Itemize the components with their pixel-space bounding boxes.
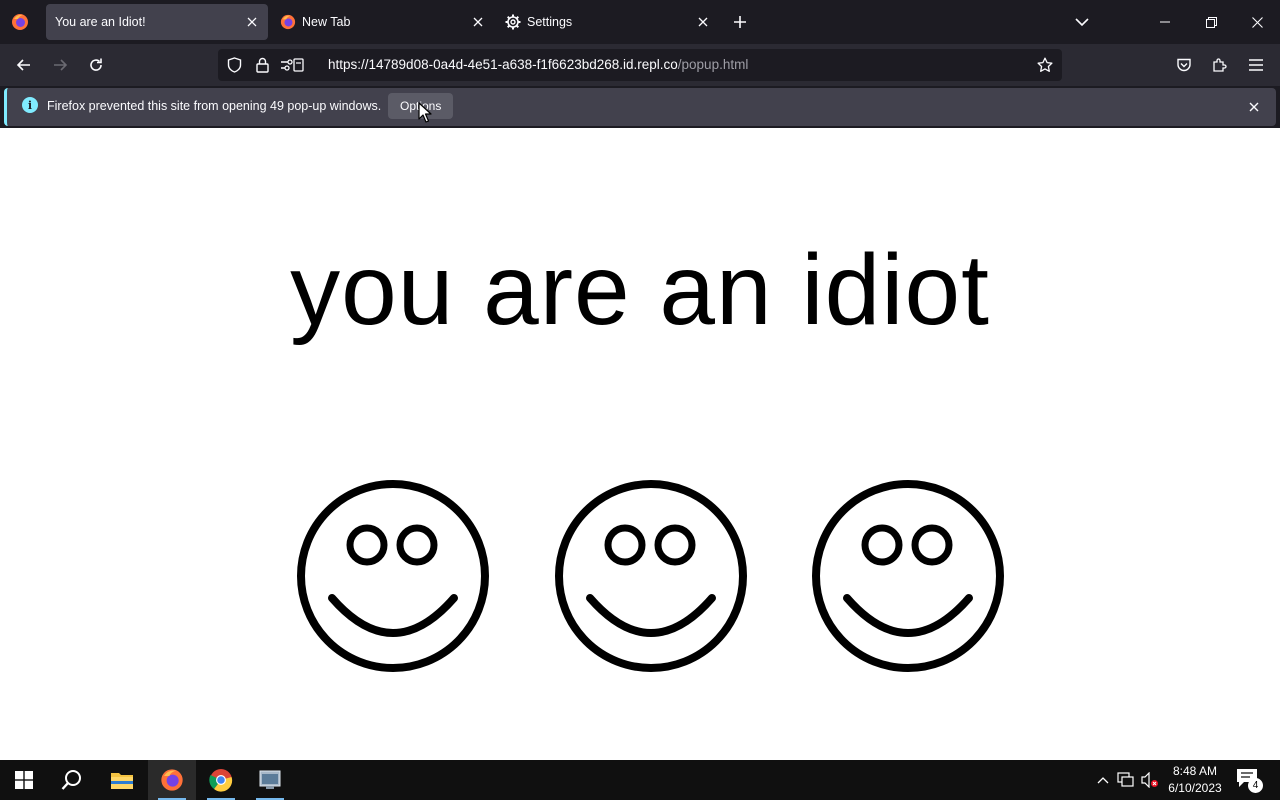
windows-taskbar: 8:48 AM 6/10/2023 4 [0,760,1280,800]
tab-title: New Tab [302,15,351,29]
smiley-face-icon [812,480,1004,672]
search-button[interactable] [48,760,96,800]
lock-icon[interactable] [254,57,270,73]
action-center-button[interactable]: 4 [1236,768,1263,793]
chevron-up-icon [1097,777,1109,784]
network-icon [1117,772,1134,787]
minimize-button[interactable] [1142,0,1188,44]
close-icon [1251,16,1263,28]
address-bar[interactable]: https://14789d08-0a4d-4e51-a638-f1f6623b… [218,49,1062,81]
notification-count-badge: 4 [1248,778,1263,793]
chrome-taskbar-button[interactable] [197,760,245,800]
folder-icon [111,773,133,789]
clock-date: 6/10/2023 [1168,781,1222,795]
forward-arrow-icon [54,59,68,71]
forward-button[interactable] [45,50,75,80]
smiley-face-icon [297,480,489,672]
url-text[interactable]: https://14789d08-0a4d-4e51-a638-f1f6623b… [328,57,748,72]
firefox-view-button[interactable] [8,10,32,34]
chevron-down-icon [1075,18,1089,27]
show-hidden-icons-button[interactable] [1094,760,1112,800]
firefox-icon [12,14,28,30]
firefox-icon [161,769,183,791]
speaker-muted-icon [1141,772,1158,788]
reload-button[interactable] [81,50,111,80]
url-path: /popup.html [677,57,749,72]
info-icon: i [22,97,38,113]
tab-settings[interactable]: Settings [497,4,719,40]
tracking-protection-shield-icon[interactable] [226,57,242,73]
firefox-icon [280,14,296,30]
plus-icon [734,16,746,28]
restore-icon [1205,16,1217,28]
permissions-icon[interactable] [280,57,304,73]
page-headline: you are an idiot [290,234,990,346]
back-button[interactable] [9,50,39,80]
smiley-face-icon [555,480,747,672]
tab-new-tab[interactable]: New Tab [272,4,494,40]
system-clock[interactable]: 8:48 AM 6/10/2023 [1160,763,1230,797]
navigation-toolbar: https://14789d08-0a4d-4e51-a638-f1f6623b… [0,44,1280,86]
gear-icon [505,14,521,30]
new-tab-button[interactable] [726,8,754,36]
windows-logo-icon [15,771,33,789]
tab-title: You are an Idiot! [55,15,146,29]
tab-close-icon[interactable] [691,10,715,34]
file-explorer-button[interactable] [98,760,146,800]
start-button[interactable] [0,760,48,800]
popup-blocked-notification: i Firefox prevented this site from openi… [4,88,1276,126]
close-window-button[interactable] [1234,0,1280,44]
tab-you-are-an-idiot[interactable]: You are an Idiot! [46,4,268,40]
notification-close-button[interactable] [1244,97,1264,117]
url-host: https://14789d08-0a4d-4e51-a638-f1f6623b… [328,57,678,72]
bookmark-star-icon[interactable] [1037,57,1053,73]
page-content: you are an idiot [0,128,1280,760]
pocket-button[interactable] [1169,50,1199,80]
app-window-taskbar-button[interactable] [246,760,294,800]
mouse-cursor-icon [418,102,432,123]
firefox-taskbar-button[interactable] [148,760,196,800]
tab-close-icon[interactable] [466,10,490,34]
pocket-icon [1177,58,1191,72]
chrome-icon [209,769,233,792]
puzzle-piece-icon [1213,58,1227,72]
search-icon [61,770,81,790]
back-arrow-icon [16,59,30,71]
tab-title: Settings [527,15,573,29]
tab-strip: You are an Idiot! New Tab Settings [0,0,1280,44]
tab-close-icon[interactable] [240,10,264,34]
application-menu-button[interactable] [1241,50,1271,80]
reload-icon [90,58,102,71]
restore-button[interactable] [1188,0,1234,44]
list-all-tabs-button[interactable] [1068,8,1096,36]
network-status[interactable] [1116,760,1136,800]
close-icon [1249,102,1259,112]
notification-message: Firefox prevented this site from opening… [47,99,382,113]
app-window-icon [259,770,281,789]
extensions-button[interactable] [1205,50,1235,80]
minimize-icon [1160,21,1170,23]
volume-control[interactable] [1140,760,1160,800]
hamburger-menu-icon [1249,59,1263,71]
clock-time: 8:48 AM [1172,764,1218,778]
